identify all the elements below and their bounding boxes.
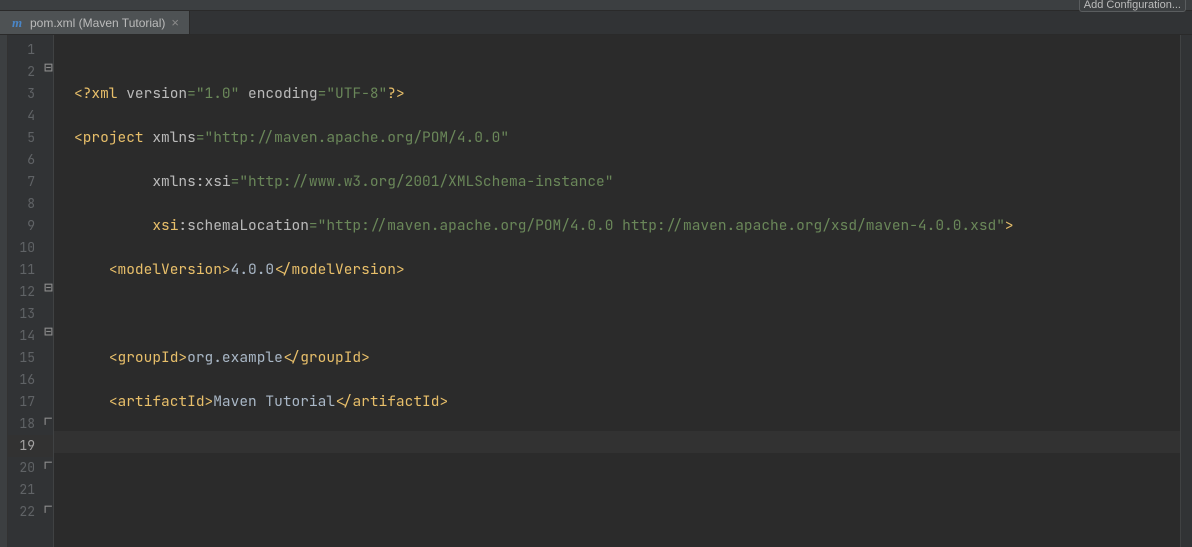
tab-pom-xml[interactable]: m pom.xml (Maven Tutorial) ×: [0, 11, 190, 34]
close-icon[interactable]: ×: [171, 16, 179, 29]
line-number: 19: [8, 435, 53, 457]
fold-toggle-icon[interactable]: [44, 283, 53, 292]
line-number: 9: [8, 215, 35, 237]
line-number: 11: [8, 259, 35, 281]
line-number: 10: [8, 237, 35, 259]
line-number: 18: [8, 413, 35, 435]
line-number: 17: [8, 391, 35, 413]
line-number: 12: [8, 281, 35, 303]
fold-end-icon[interactable]: [44, 417, 53, 426]
add-configuration-button[interactable]: Add Configuration...: [1079, 0, 1186, 12]
tab-label: pom.xml (Maven Tutorial): [30, 16, 165, 30]
code-line: [74, 523, 1180, 545]
error-stripe[interactable]: [1180, 35, 1192, 547]
line-number: 2: [8, 61, 35, 83]
editor-tabbar: m pom.xml (Maven Tutorial) ×: [0, 11, 1192, 35]
line-number: 5: [8, 127, 35, 149]
code-line: xmlns:xsi="http://www.w3.org/2001/XMLSch…: [74, 171, 1180, 193]
fold-end-icon[interactable]: [44, 505, 53, 514]
main-toolbar: Add Configuration...: [0, 0, 1192, 11]
left-stripe: [0, 35, 8, 547]
code-line: <groupId>org.example</groupId>: [74, 347, 1180, 369]
line-number: 1: [8, 39, 35, 61]
code-line: <artifactId>Maven Tutorial</artifactId>: [74, 391, 1180, 413]
line-number: 14: [8, 325, 35, 347]
code-line: <modelVersion>4.0.0</modelVersion>: [74, 259, 1180, 281]
line-number: 22: [8, 501, 35, 523]
line-number: 7: [8, 171, 35, 193]
line-number: 15: [8, 347, 35, 369]
line-number: 3: [8, 83, 35, 105]
line-number: 16: [8, 369, 35, 391]
line-number: 6: [8, 149, 35, 171]
code-line: <project xmlns="http://maven.apache.org/…: [74, 127, 1180, 149]
line-number: 4: [8, 105, 35, 127]
fold-toggle-icon[interactable]: [44, 63, 53, 72]
line-number: 8: [8, 193, 35, 215]
code-line: [74, 479, 1180, 501]
fold-toggle-icon[interactable]: [44, 327, 53, 336]
line-number: 20: [8, 457, 35, 479]
maven-file-icon: m: [10, 16, 24, 30]
code-editor[interactable]: 12345678910111213141516171819202122 <?xm…: [0, 35, 1192, 547]
code-line: <?xml version="1.0" encoding="UTF-8"?>: [74, 83, 1180, 105]
analysis-ok-icon: [1183, 39, 1191, 41]
line-number: 21: [8, 479, 35, 501]
code-line: [74, 303, 1180, 325]
fold-end-icon[interactable]: [44, 461, 53, 470]
line-number: 13: [8, 303, 35, 325]
code-area[interactable]: <?xml version="1.0" encoding="UTF-8"?> <…: [54, 35, 1180, 547]
code-line: xsi:schemaLocation="http://maven.apache.…: [74, 215, 1180, 237]
current-line-highlight: [54, 431, 1180, 453]
